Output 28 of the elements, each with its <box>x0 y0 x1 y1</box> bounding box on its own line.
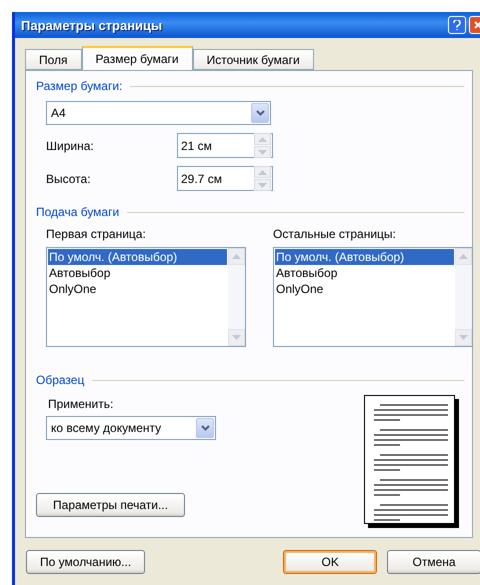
ok-button[interactable]: OK <box>283 550 378 574</box>
list-item[interactable]: OnlyOne <box>48 281 227 297</box>
height-field[interactable]: 29.7 см <box>177 166 273 191</box>
width-field[interactable]: 21 см <box>177 133 273 158</box>
width-label: Ширина: <box>45 138 95 152</box>
window-title: Параметры страницы <box>21 18 164 32</box>
section-heading: Размер бумаги: <box>36 79 122 93</box>
list-item[interactable]: По умолч. (Автовыбор) <box>275 249 454 265</box>
apply-to-dropdown[interactable]: ко всему документу <box>46 416 216 440</box>
print-options-button[interactable]: Параметры печати... <box>36 493 185 517</box>
paper-tray-list[interactable]: По умолч. (Автовыбор) Автовыбор OnlyOne <box>46 247 246 347</box>
dialog-button[interactable]: Отмена <box>387 550 480 574</box>
list-item[interactable]: По умолч. (Автовыбор) <box>48 249 227 265</box>
section-heading: Подача бумаги <box>36 205 120 219</box>
tab[interactable]: Размер бумаги <box>82 46 193 70</box>
list-item[interactable]: Автовыбор <box>48 265 227 281</box>
paper-size-dropdown[interactable]: А4 <box>46 101 271 125</box>
apply-label: Применить: <box>47 397 114 411</box>
list-item[interactable]: Автовыбор <box>275 265 454 281</box>
tab[interactable]: Источник бумаги <box>192 49 314 70</box>
tab[interactable]: Поля <box>25 49 82 70</box>
paper-tray-list[interactable]: По умолч. (Автовыбор) Автовыбор OnlyOne <box>273 247 473 347</box>
dialog-button[interactable]: По умолчанию... <box>26 550 146 574</box>
list-item[interactable]: OnlyOne <box>275 281 454 297</box>
list-label: Первая страница: <box>46 227 147 241</box>
height-label: Высота: <box>45 172 92 186</box>
list-label: Остальные страницы: <box>273 227 397 241</box>
section-heading: Образец <box>36 373 84 387</box>
